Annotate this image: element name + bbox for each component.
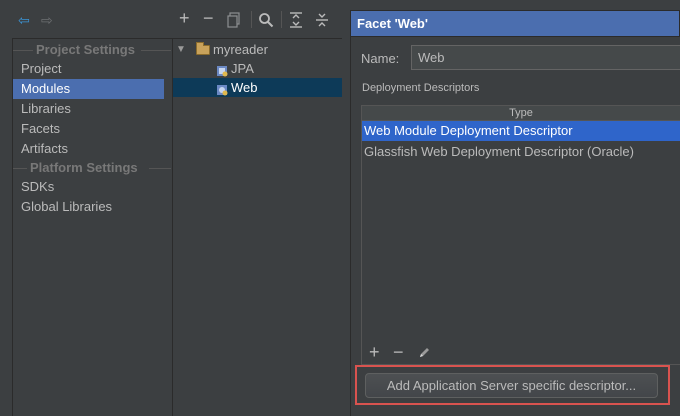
descriptor-table-toolbar: + −	[362, 342, 680, 364]
minus-icon[interactable]: −	[393, 343, 404, 361]
web-facet-icon	[216, 82, 228, 96]
project-settings-header: Project Settings	[13, 40, 171, 60]
module-tree: ▼ myreader JPA Web	[172, 38, 342, 416]
sidebar-item-modules[interactable]: Modules	[13, 79, 164, 99]
plus-icon[interactable]: +	[369, 343, 380, 361]
navigation-toolbar: ⇦ ⇨	[0, 0, 172, 38]
name-field[interactable]: Web	[411, 45, 680, 70]
table-row[interactable]: Web Module Deployment Descriptor	[362, 121, 680, 141]
tree-node-web[interactable]: Web	[173, 78, 342, 97]
copy-icon[interactable]	[227, 12, 241, 32]
tree-node-myreader[interactable]: ▼ myreader	[173, 40, 342, 59]
table-row[interactable]: Glassfish Web Deployment Descriptor (Ora…	[362, 142, 680, 162]
expand-all-icon[interactable]	[289, 12, 303, 32]
facet-header: Facet 'Web'	[350, 10, 680, 37]
settings-sidebar: Project Settings Project Modules Librari…	[12, 38, 172, 416]
module-folder-icon	[196, 42, 210, 55]
sidebar-item-global-libraries[interactable]: Global Libraries	[13, 197, 164, 217]
table-header-type[interactable]: Type	[362, 106, 680, 121]
arrow-left-icon[interactable]: ⇦	[18, 13, 30, 27]
add-server-descriptor-button[interactable]: Add Application Server specific descript…	[365, 373, 658, 398]
minus-icon[interactable]: −	[203, 9, 214, 27]
expand-arrow-icon[interactable]: ▼	[176, 40, 186, 59]
jpa-facet-icon	[216, 63, 228, 77]
edit-icon[interactable]	[418, 346, 431, 363]
plus-icon[interactable]: +	[179, 9, 190, 27]
module-tree-toolbar: + −	[172, 0, 342, 38]
tree-node-jpa[interactable]: JPA	[173, 59, 342, 78]
sidebar-item-libraries[interactable]: Libraries	[13, 99, 164, 119]
deployment-descriptors-label: Deployment Descriptors	[362, 82, 480, 94]
collapse-all-icon[interactable]	[315, 12, 329, 32]
name-label: Name:	[361, 51, 400, 66]
platform-settings-header: Platform Settings	[13, 158, 171, 178]
arrow-right-icon[interactable]: ⇨	[41, 13, 53, 27]
sidebar-item-project[interactable]: Project	[13, 59, 164, 79]
sidebar-item-sdks[interactable]: SDKs	[13, 177, 164, 197]
deployment-descriptors-table: Type Web Module Deployment Descriptor Gl…	[361, 105, 680, 365]
sidebar-item-artifacts[interactable]: Artifacts	[13, 139, 164, 159]
sidebar-item-facets[interactable]: Facets	[13, 119, 164, 139]
search-icon[interactable]	[258, 12, 274, 32]
